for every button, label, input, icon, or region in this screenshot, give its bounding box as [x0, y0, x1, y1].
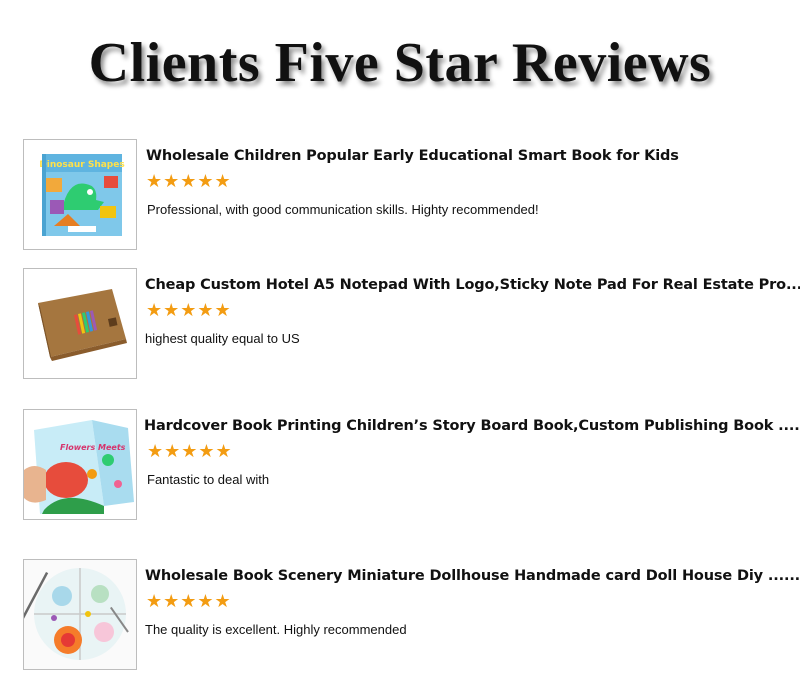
product-title[interactable]: Wholesale Book Scenery Miniature Dollhou… [145, 568, 800, 584]
review-comment: The quality is excellent. Highly recomme… [145, 622, 407, 637]
product-title[interactable]: Hardcover Book Printing Children’s Story… [144, 418, 800, 434]
product-thumbnail-dinosaur-book[interactable]: Dinosaur Shapes [23, 139, 137, 250]
dollhouse-card-image [24, 560, 136, 669]
notepad-image [24, 269, 136, 378]
review-comment: highest quality equal to US [145, 331, 300, 346]
thumbnail-book-title: Dinosaur Shapes [39, 160, 124, 170]
review-item: Dinosaur Shapes Wholesale Children Popul… [0, 139, 800, 251]
review-comment: Fantastic to deal with [147, 472, 270, 487]
page-title: Clients Five Star Reviews [88, 32, 712, 94]
review-item: Cheap Custom Hotel A5 Notepad With Logo,… [0, 268, 800, 380]
rating-stars: ★★★★★ [146, 591, 232, 612]
dinosaur-book-image: Dinosaur Shapes [24, 140, 136, 249]
rating-stars: ★★★★★ [146, 300, 232, 321]
review-comment: Professional, with good communication sk… [147, 202, 539, 217]
product-thumbnail-notepad[interactable] [23, 268, 137, 379]
product-title[interactable]: Cheap Custom Hotel A5 Notepad With Logo,… [145, 277, 800, 293]
product-thumbnail-dollhouse-card[interactable] [23, 559, 137, 670]
review-item: Flowers Meets Hardcover Book Printing Ch… [0, 409, 800, 521]
rating-stars: ★★★★★ [146, 171, 232, 192]
product-title[interactable]: Wholesale Children Popular Early Educati… [146, 148, 679, 164]
product-thumbnail-story-board-book[interactable]: Flowers Meets [23, 409, 137, 520]
rating-stars: ★★★★★ [147, 441, 233, 462]
review-item: Wholesale Book Scenery Miniature Dollhou… [0, 559, 800, 671]
thumbnail-book-title: Flowers Meets [60, 443, 126, 452]
story-board-book-image: Flowers Meets [24, 410, 136, 519]
